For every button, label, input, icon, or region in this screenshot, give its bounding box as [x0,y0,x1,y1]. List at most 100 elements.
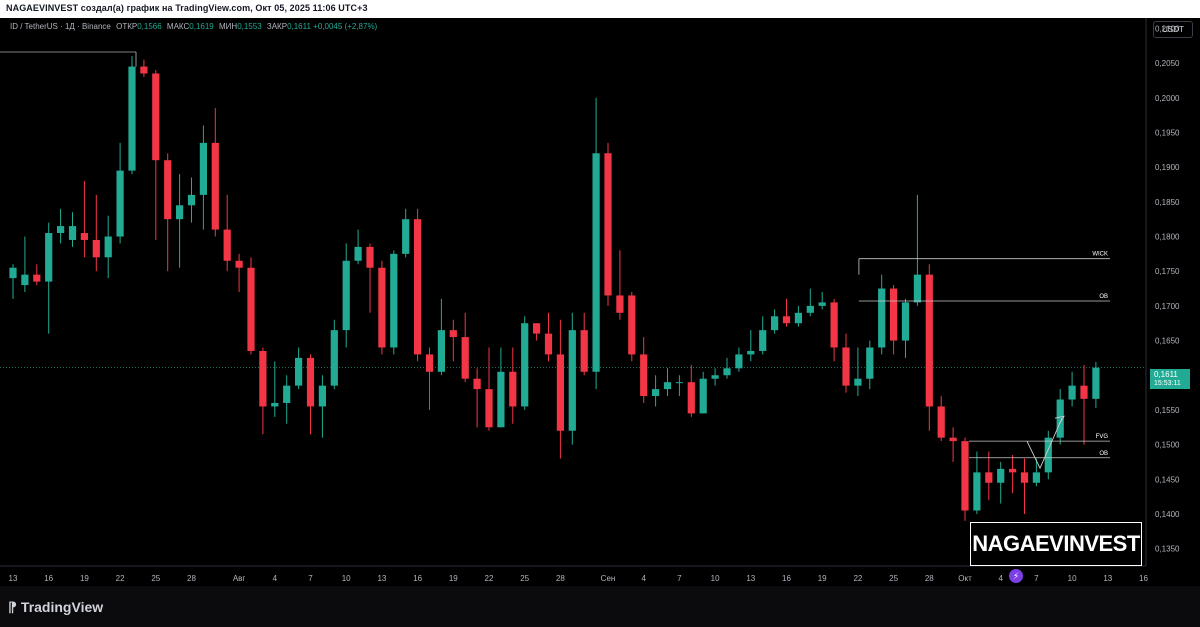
time-tick-label: 16 [413,574,422,583]
lightning-icon[interactable]: ⚡ [1009,569,1023,583]
time-tick-label: 10 [711,574,720,583]
candle-body [663,382,672,390]
time-tick-label: 28 [925,574,934,583]
price-tick-label: 0,1650 [1155,337,1180,346]
candle-body [842,347,850,386]
time-tick-label: 28 [187,574,196,583]
candle-body [521,323,529,407]
candle-body [235,260,243,268]
candle-body [997,468,1005,483]
candle-body [211,142,219,230]
time-tick-label: 13 [746,574,755,583]
candle-body [973,472,981,511]
time-tick-label: 16 [1139,574,1148,583]
candle-body [699,378,707,414]
candle-body [1009,468,1017,473]
candle-body [366,246,374,268]
tradingview-logo[interactable]: ⁋ TradingView [8,599,103,616]
candle-body [961,441,969,511]
candle-body [342,260,350,331]
level-label: OB [1099,294,1108,300]
candle-body [9,267,17,279]
time-tick-label: 10 [1068,574,1077,583]
candle-body [223,229,231,261]
time-tick-label: 16 [44,574,53,583]
candle-body [247,267,255,351]
time-tick-label: Авг [233,574,246,583]
candle-body [628,295,636,355]
high-value: 0,1619 [189,22,214,31]
candle-body [271,402,279,407]
candle-body [414,219,422,355]
candle-body [21,274,29,286]
time-tick-label: Сен [601,574,616,583]
time-tick-label: 4 [641,574,646,583]
level-label: WICK [1092,252,1108,258]
price-tick-label: 0,2050 [1155,59,1180,68]
candle-body [759,330,767,351]
candle-body [723,368,731,376]
candle-body [68,226,77,240]
candle-body [580,330,588,372]
candle-body [616,295,624,313]
brand-watermark: NAGAEVINVEST [970,522,1142,566]
candle-body [556,354,564,431]
candle-body [794,312,802,324]
time-tick-label: 25 [151,574,160,583]
time-tick-label: 19 [80,574,89,583]
last-price-value: 0,1611 [1154,370,1178,379]
time-tick-label: 28 [556,574,565,583]
candle-body [80,233,88,240]
candle-body [140,66,148,74]
candle-body [57,226,65,234]
candle-body [390,253,398,348]
symbol-label[interactable]: ID / TetherUS · 1Д · Binance [10,22,111,31]
candle-body [937,406,945,438]
candle-body [866,347,874,379]
candle-body [306,357,315,407]
candle-body [675,382,683,384]
candle-body [378,267,386,348]
currency-button[interactable]: USDT [1153,21,1193,38]
price-tick-label: 0,1900 [1155,163,1180,172]
candle-body [604,153,612,296]
candle-body [592,153,600,372]
price-tick-label: 0,1350 [1155,545,1180,554]
time-tick-label: 13 [9,574,18,583]
level-label: FVG [1096,434,1109,440]
candle-body [687,382,695,414]
candle-body [473,378,481,390]
time-tick-label: 22 [853,574,862,583]
time-tick-label: 7 [1034,574,1039,583]
high-label: МАКС [166,22,190,31]
candle-body [747,350,755,355]
candle-body [176,205,184,220]
price-tick-label: 0,1450 [1155,475,1180,484]
countdown-value: 15:53:11 [1154,380,1181,387]
open-label: ОТКР [116,22,138,31]
low-label: МИН [218,22,238,31]
candle-body [735,354,743,369]
time-tick-label: 7 [677,574,682,583]
candle-body [33,274,41,282]
candle-body [1092,367,1100,399]
candle-body [164,160,172,220]
candle-body [116,170,124,237]
candle-body [890,288,898,341]
time-tick-label: 25 [889,574,898,583]
candle-body [1068,385,1076,400]
candle-body [92,239,100,258]
candle-body [913,274,921,303]
change-value: +0,0045 (+2,87%) [313,22,378,31]
candle-body [509,371,517,407]
candle-body [330,330,338,386]
price-tick-label: 0,1750 [1155,267,1180,276]
low-value: 0,1553 [237,22,262,31]
candle-body [199,142,207,195]
candle-body [318,385,326,407]
candle-body [901,302,910,341]
candle-body [878,288,886,348]
candle-body [128,66,136,171]
time-tick-label: 10 [342,574,351,583]
price-tick-label: 0,1850 [1155,198,1180,207]
